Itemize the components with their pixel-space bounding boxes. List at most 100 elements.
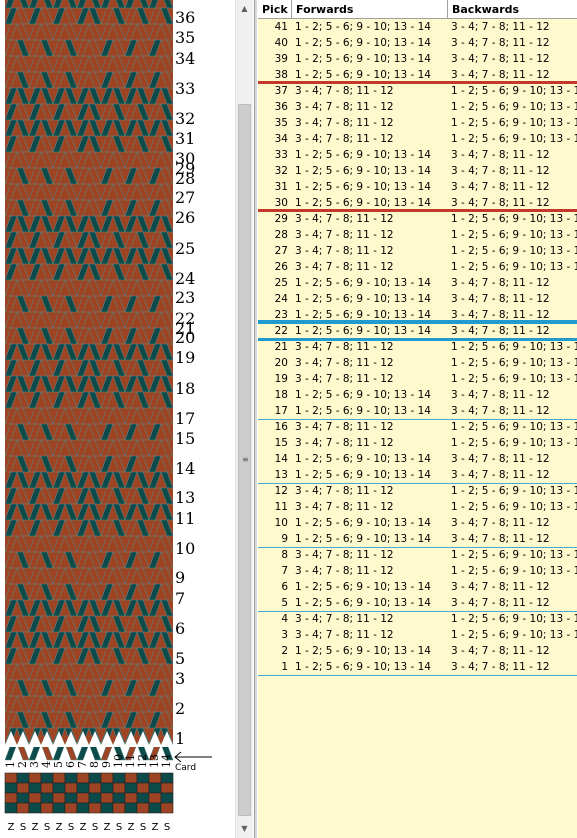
threading-cell[interactable] [136, 802, 150, 814]
threading-cell[interactable] [148, 802, 162, 814]
table-row[interactable]: 13 1 - 2; 5 - 6; 9 - 10; 13 - 14 3 - 4; 7 … [258, 467, 577, 483]
table-row[interactable]: 1 1 - 2; 5 - 6; 9 - 10; 13 - 14 3 - 4; 7 -… [258, 659, 577, 675]
table-row[interactable]: 31 1 - 2; 5 - 6; 9 - 10; 13 - 14 3 - 4; 7 … [258, 179, 577, 195]
table-row[interactable]: 34 3 - 4; 7 - 8; 11 - 12 1 - 2; 5 - 6; 9 -… [258, 131, 577, 147]
threading-cell[interactable] [64, 782, 78, 794]
threading-cell[interactable] [28, 802, 42, 814]
table-row[interactable]: 4 3 - 4; 7 - 8; 11 - 12 1 - 2; 5 - 6; 9 - … [258, 611, 577, 627]
table-row[interactable]: 5 1 - 2; 5 - 6; 9 - 10; 13 - 14 3 - 4; 7 -… [258, 595, 577, 611]
scroll-down-arrow-icon[interactable]: ▼ [236, 820, 253, 837]
table-row[interactable]: 16 3 - 4; 7 - 8; 11 - 12 1 - 2; 5 - 6; 9 -… [258, 419, 577, 435]
table-row[interactable]: 25 1 - 2; 5 - 6; 9 - 10; 13 - 14 3 - 4; 7 … [258, 275, 577, 291]
forwards-column-header[interactable]: Forwards [292, 0, 448, 19]
thread-direction-label[interactable]: S [17, 822, 29, 833]
table-row[interactable]: 11 3 - 4; 7 - 8; 11 - 12 1 - 2; 5 - 6; 9 -… [258, 499, 577, 515]
thread-direction-label[interactable]: S [113, 822, 125, 833]
table-row[interactable]: 2 1 - 2; 5 - 6; 9 - 10; 13 - 14 3 - 4; 7 -… [258, 643, 577, 659]
threading-cell[interactable] [64, 792, 78, 804]
threading-cell[interactable] [100, 792, 114, 804]
table-row[interactable]: 26 3 - 4; 7 - 8; 11 - 12 1 - 2; 5 - 6; 9 -… [258, 259, 577, 275]
threading-cell[interactable] [40, 802, 54, 814]
table-row[interactable]: 32 1 - 2; 5 - 6; 9 - 10; 13 - 14 3 - 4; 7 … [258, 163, 577, 179]
threading-cell[interactable] [124, 772, 138, 784]
threading-cell[interactable] [112, 772, 126, 784]
threading-cell[interactable] [100, 772, 114, 784]
table-row[interactable]: 27 3 - 4; 7 - 8; 11 - 12 1 - 2; 5 - 6; 9 -… [258, 243, 577, 259]
threading-cell[interactable] [16, 782, 30, 794]
threading-cell[interactable] [160, 802, 174, 814]
threading-cell[interactable] [124, 792, 138, 804]
table-row[interactable]: 6 1 - 2; 5 - 6; 9 - 10; 13 - 14 3 - 4; 7 -… [258, 579, 577, 595]
backwards-column-header[interactable]: Backwards [448, 0, 577, 19]
threading-cell[interactable] [148, 772, 162, 784]
vertical-scrollbar[interactable]: ▲ ≡ ▼ [235, 0, 253, 838]
threading-cell[interactable] [4, 802, 18, 814]
table-row[interactable]: 39 1 - 2; 5 - 6; 9 - 10; 13 - 14 3 - 4; 7 … [258, 51, 577, 67]
threading-cell[interactable] [40, 782, 54, 794]
table-row[interactable]: 22 1 - 2; 5 - 6; 9 - 10; 13 - 14 3 - 4; 7 … [258, 323, 577, 339]
thread-direction-label[interactable]: Z [149, 822, 161, 833]
thread-direction-label[interactable]: Z [77, 822, 89, 833]
threading-cell[interactable] [4, 792, 18, 804]
table-row[interactable]: 21 3 - 4; 7 - 8; 11 - 12 1 - 2; 5 - 6; 9 -… [258, 339, 577, 355]
table-row[interactable]: 8 3 - 4; 7 - 8; 11 - 12 1 - 2; 5 - 6; 9 - … [258, 547, 577, 563]
threading-cell[interactable] [160, 772, 174, 784]
threading-cell[interactable] [76, 772, 90, 784]
threading-cell[interactable] [124, 782, 138, 794]
thread-direction-label[interactable]: Z [29, 822, 41, 833]
table-row[interactable]: 14 1 - 2; 5 - 6; 9 - 10; 13 - 14 3 - 4; 7 … [258, 451, 577, 467]
threading-cell[interactable] [16, 772, 30, 784]
threading-cell[interactable] [52, 772, 66, 784]
threading-cell[interactable] [136, 782, 150, 794]
thread-direction-label[interactable]: Z [5, 822, 17, 833]
table-row[interactable]: 33 1 - 2; 5 - 6; 9 - 10; 13 - 14 3 - 4; 7 … [258, 147, 577, 163]
threading-cell[interactable] [4, 772, 18, 784]
threading-cell[interactable] [16, 792, 30, 804]
thread-direction-label[interactable]: S [89, 822, 101, 833]
table-row[interactable]: 24 1 - 2; 5 - 6; 9 - 10; 13 - 14 3 - 4; 7 … [258, 291, 577, 307]
table-row[interactable]: 29 3 - 4; 7 - 8; 11 - 12 1 - 2; 5 - 6; 9 -… [258, 211, 577, 227]
threading-cell[interactable] [88, 802, 102, 814]
table-row[interactable]: 12 3 - 4; 7 - 8; 11 - 12 1 - 2; 5 - 6; 9 -… [258, 483, 577, 499]
thread-direction-label[interactable]: S [137, 822, 149, 833]
thread-direction-label[interactable]: S [41, 822, 53, 833]
thread-direction-label[interactable]: Z [101, 822, 113, 833]
scrollbar-thumb[interactable]: ≡ [238, 104, 251, 816]
scroll-up-arrow-icon[interactable]: ▲ [236, 0, 253, 17]
threading-cell[interactable] [160, 792, 174, 804]
threading-cell[interactable] [76, 802, 90, 814]
threading-cell[interactable] [124, 802, 138, 814]
table-row[interactable]: 10 1 - 2; 5 - 6; 9 - 10; 13 - 14 3 - 4; 7 … [258, 515, 577, 531]
threading-cell[interactable] [40, 792, 54, 804]
threading-cell[interactable] [4, 782, 18, 794]
threading-cell[interactable] [136, 792, 150, 804]
table-row[interactable]: 18 1 - 2; 5 - 6; 9 - 10; 13 - 14 3 - 4; 7 … [258, 387, 577, 403]
threading-cell[interactable] [52, 792, 66, 804]
threading-cell[interactable] [88, 792, 102, 804]
table-row[interactable]: 3 3 - 4; 7 - 8; 11 - 12 1 - 2; 5 - 6; 9 - … [258, 627, 577, 643]
threading-cell[interactable] [40, 772, 54, 784]
threading-cell[interactable] [88, 772, 102, 784]
threading-cell[interactable] [88, 782, 102, 794]
table-row[interactable]: 35 3 - 4; 7 - 8; 11 - 12 1 - 2; 5 - 6; 9 -… [258, 115, 577, 131]
threading-cell[interactable] [52, 802, 66, 814]
table-row[interactable]: 20 3 - 4; 7 - 8; 11 - 12 1 - 2; 5 - 6; 9 -… [258, 355, 577, 371]
threading-cell[interactable] [160, 782, 174, 794]
thread-direction-label[interactable]: Z [53, 822, 65, 833]
threading-cell[interactable] [64, 802, 78, 814]
threading-cell[interactable] [148, 782, 162, 794]
thread-direction-label[interactable]: S [161, 822, 173, 833]
table-row[interactable]: 37 3 - 4; 7 - 8; 11 - 12 1 - 2; 5 - 6; 9 -… [258, 83, 577, 99]
table-row[interactable]: 17 1 - 2; 5 - 6; 9 - 10; 13 - 14 3 - 4; 7 … [258, 403, 577, 419]
pick-column-header[interactable]: Pick [258, 0, 292, 19]
threading-cell[interactable] [76, 782, 90, 794]
thread-direction-label[interactable]: Z [125, 822, 137, 833]
threading-cell[interactable] [136, 772, 150, 784]
table-row[interactable]: 36 3 - 4; 7 - 8; 11 - 12 1 - 2; 5 - 6; 9 -… [258, 99, 577, 115]
threading-cell[interactable] [28, 782, 42, 794]
table-row[interactable]: 19 3 - 4; 7 - 8; 11 - 12 1 - 2; 5 - 6; 9 -… [258, 371, 577, 387]
threading-cell[interactable] [148, 792, 162, 804]
threading-cell[interactable] [112, 792, 126, 804]
table-row[interactable]: 15 3 - 4; 7 - 8; 11 - 12 1 - 2; 5 - 6; 9 -… [258, 435, 577, 451]
threading-cell[interactable] [16, 802, 30, 814]
